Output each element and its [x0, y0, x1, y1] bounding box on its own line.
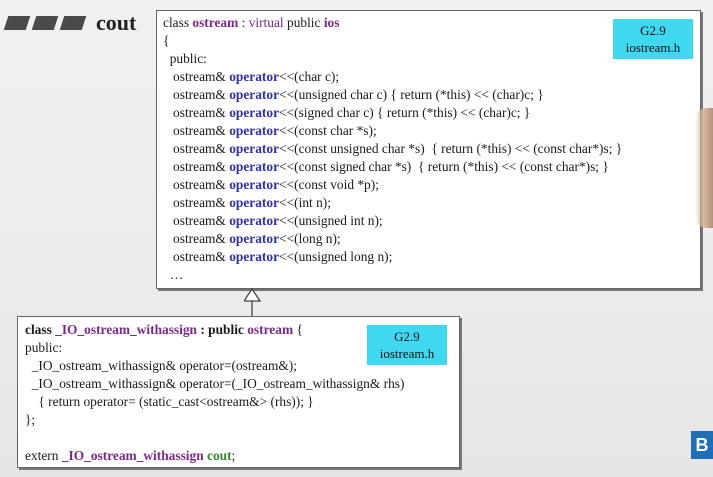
code-token: <<(char c);	[279, 69, 340, 84]
code-line: {	[163, 32, 622, 50]
decoration-bar	[59, 16, 87, 30]
code-token: <<(long n);	[279, 231, 341, 246]
code-token: { return operator= (static_cast<ostream&…	[25, 394, 314, 409]
code-token: ostream&	[163, 69, 230, 84]
corner-logo: B	[691, 431, 713, 459]
code-line: extern _IO_ostream_withassign cout;	[25, 447, 404, 465]
code-token: class	[25, 322, 56, 337]
withassign-code-block: class _IO_ostream_withassign : public os…	[25, 321, 404, 465]
code-token: <<(unsigned char c) { return (*this) << …	[279, 87, 544, 102]
code-token: ;	[231, 448, 236, 463]
code-token: cout	[207, 448, 232, 463]
code-token: operator	[229, 159, 280, 174]
code-line: ostream& operator<<(signed char c) { ret…	[163, 104, 622, 122]
code-token: operator	[229, 87, 280, 102]
code-token: extern	[25, 448, 62, 463]
slide-title: cout	[96, 10, 137, 35]
code-line: class ostream : virtual public ios	[163, 14, 622, 32]
code-token: _IO_ostream_withassign	[55, 322, 197, 337]
code-line: ostream& operator<<(const void *p);	[163, 176, 622, 194]
code-token: operator	[229, 69, 280, 84]
code-token: <<(unsigned long n);	[279, 249, 393, 264]
code-line: _IO_ostream_withassign& operator=(_IO_os…	[25, 375, 405, 393]
code-token: :	[238, 15, 249, 30]
code-token: <<(unsigned int n);	[279, 213, 383, 228]
code-token: class	[163, 15, 193, 30]
code-line: };	[25, 411, 404, 429]
badge-file: iostream.h	[625, 40, 681, 55]
code-token: <<(const unsigned char *s) { return (*th…	[279, 141, 623, 156]
code-token: virtual	[248, 15, 284, 30]
decoration-bar	[31, 16, 59, 30]
code-line: ostream& operator<<(unsigned int n);	[163, 212, 622, 230]
code-token: _IO_ostream_withassign& operator=(ostrea…	[25, 358, 297, 373]
code-token: public	[283, 15, 324, 30]
code-line: …	[163, 266, 622, 284]
code-line: _IO_ostream_withassign& operator=(ostrea…	[25, 357, 404, 375]
code-line: ostream& operator<<(long n);	[163, 230, 622, 248]
code-token: operator	[229, 105, 280, 120]
code-token: ostream&	[163, 177, 230, 192]
code-line: ostream& operator<<(const unsigned char …	[163, 140, 622, 158]
inheritance-arrow	[244, 288, 262, 316]
badge-file: iostream.h	[379, 346, 435, 361]
code-line: public:	[163, 50, 622, 68]
badge-version: G2.9	[394, 329, 420, 344]
code-line: ostream& operator<<(unsigned char c) { r…	[163, 86, 622, 104]
code-token: operator	[229, 249, 280, 264]
code-token: <<(const signed char *s) { return (*this…	[279, 159, 609, 174]
code-token: operator	[229, 231, 280, 246]
code-line: ostream& operator<<(const signed char *s…	[163, 158, 622, 176]
code-token: ostream	[247, 322, 294, 337]
source-badge: G2.9 iostream.h	[367, 325, 447, 365]
code-token: {	[293, 322, 303, 337]
code-token: ostream&	[163, 87, 230, 102]
code-token: ostream&	[163, 141, 230, 156]
source-badge: G2.9 iostream.h	[613, 19, 693, 59]
code-token: operator	[229, 213, 280, 228]
code-line: ostream& operator<<(char c);	[163, 68, 622, 86]
code-line: public:	[25, 339, 404, 357]
code-token: ostream&	[163, 213, 230, 228]
code-token: ostream&	[163, 249, 230, 264]
code-token: <<(const void *p);	[279, 177, 379, 192]
code-token: …	[163, 267, 184, 282]
code-token: <<(const char *s);	[279, 123, 377, 138]
code-token: ostream&	[163, 231, 230, 246]
code-token: operator	[229, 141, 280, 156]
code-token: ios	[323, 15, 340, 30]
code-line: ostream& operator<<(unsigned long n);	[163, 248, 622, 266]
badge-version: G2.9	[640, 23, 666, 38]
ostream-code-block: class ostream : virtual public ios{ publ…	[163, 14, 622, 284]
code-line: class _IO_ostream_withassign : public os…	[25, 321, 404, 339]
code-token: : public	[197, 322, 248, 337]
code-token: operator	[229, 123, 280, 138]
code-token: <<(signed char c) { return (*this) << (c…	[279, 105, 531, 120]
code-token: public:	[25, 340, 63, 355]
code-token: ostream&	[163, 123, 230, 138]
decoration-bar	[3, 16, 31, 30]
slide-decoration-bars	[3, 16, 87, 30]
ostream-class-box: class ostream : virtual public ios{ publ…	[156, 10, 701, 289]
code-line: { return operator= (static_cast<ostream&…	[25, 393, 404, 411]
code-token: operator	[229, 177, 280, 192]
code-token: ostream&	[163, 159, 230, 174]
code-token: <<(int n);	[279, 195, 331, 210]
code-line: ostream& operator<<(int n);	[163, 194, 622, 212]
code-token: {	[163, 33, 170, 48]
code-line: ostream& operator<<(const char *s);	[163, 122, 622, 140]
code-token: ostream&	[163, 105, 230, 120]
code-token: _IO_ostream_withassign	[61, 448, 204, 463]
presenter-hand	[695, 108, 713, 228]
code-token: public:	[163, 51, 207, 66]
code-token: _IO_ostream_withassign& operator=(_IO_os…	[25, 376, 405, 391]
io-ostream-withassign-box: class _IO_ostream_withassign : public os…	[17, 316, 460, 468]
code-token: };	[25, 412, 36, 427]
code-token: operator	[229, 195, 280, 210]
code-token: ostream	[192, 15, 239, 30]
code-token: ostream&	[163, 195, 230, 210]
